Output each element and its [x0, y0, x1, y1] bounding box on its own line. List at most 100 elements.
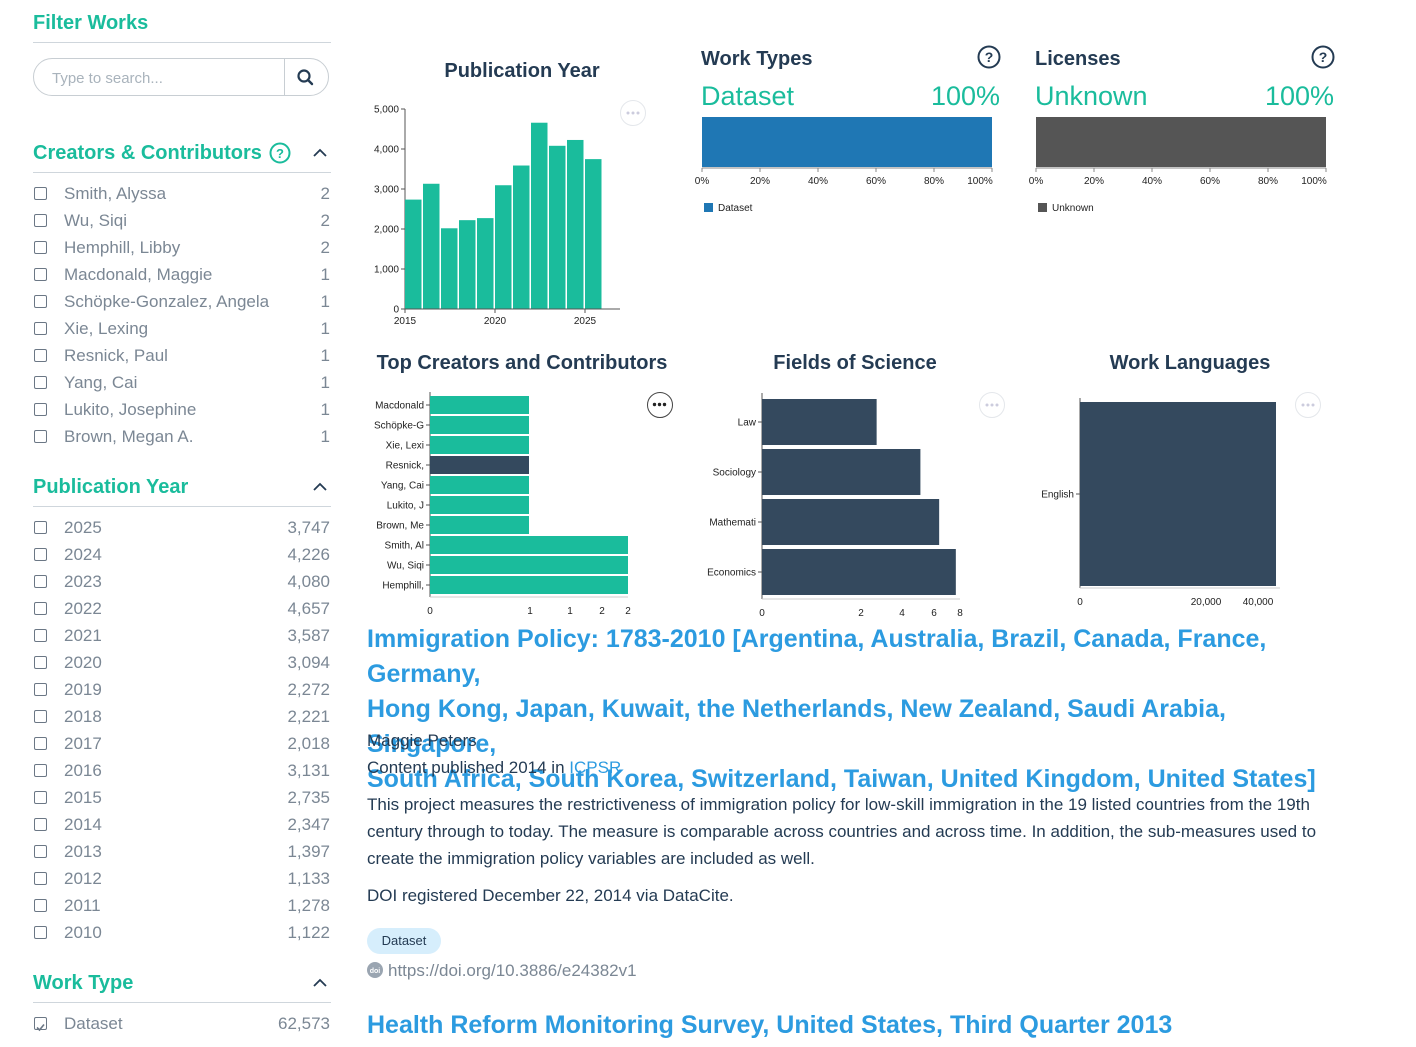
chevron-up-icon[interactable] — [312, 145, 328, 161]
facet-option[interactable]: 2023 4,080 — [33, 572, 331, 594]
facet-option[interactable]: Brown, Megan A. 1 — [33, 427, 331, 449]
fields-of-science-chart: Law Sociology Mathemati Economics 0 2 4 6 8 — [707, 393, 963, 618]
checkbox[interactable] — [34, 548, 47, 561]
checkbox[interactable] — [34, 737, 47, 750]
facet-option[interactable]: Xie, Lexing 1 — [33, 319, 331, 341]
checkbox[interactable] — [34, 403, 47, 416]
search-input[interactable] — [50, 67, 284, 89]
checkbox[interactable] — [34, 322, 47, 335]
facet-option-count: 1 — [320, 346, 330, 365]
checkbox[interactable] — [34, 818, 47, 831]
checkbox[interactable] — [34, 268, 47, 281]
search-button[interactable] — [284, 59, 328, 95]
facet-option-count: 3,094 — [287, 653, 330, 672]
checkbox-checked[interactable] — [34, 1017, 47, 1032]
facet-option[interactable]: Schöpke-Gonzalez, Angela 1 — [33, 292, 331, 314]
doi-link[interactable]: https://doi.org/10.3886/e24382v1 — [388, 961, 637, 981]
help-icon[interactable]: ? — [1311, 45, 1335, 69]
checkbox[interactable] — [34, 656, 47, 669]
facet-option[interactable]: Yang, Cai 1 — [33, 373, 331, 395]
facet-option-label: 2013 — [64, 842, 102, 861]
facet-option[interactable]: 2022 4,657 — [33, 599, 331, 621]
category-bar — [430, 396, 529, 414]
facet-option[interactable]: 2010 1,122 — [33, 923, 331, 945]
sidebar-title: Filter Works — [33, 12, 149, 34]
facet-option[interactable]: Lukito, Josephine 1 — [33, 400, 331, 422]
facet-option[interactable]: Wu, Siqi 2 — [33, 211, 331, 233]
facet-option[interactable]: Resnick, Paul 1 — [33, 346, 331, 368]
checkbox[interactable] — [34, 899, 47, 912]
facet-option[interactable]: 2011 1,278 — [33, 896, 331, 918]
facet-option[interactable]: 2012 1,133 — [33, 869, 331, 891]
legend-label: Unknown — [1052, 203, 1094, 214]
checkbox[interactable] — [34, 791, 47, 804]
checkbox[interactable] — [34, 575, 47, 588]
year-bar — [531, 122, 548, 309]
checkbox[interactable] — [34, 602, 47, 615]
facet-option[interactable]: 2025 3,747 — [33, 518, 331, 540]
checkbox[interactable] — [34, 845, 47, 858]
facet-option[interactable]: 2019 2,272 — [33, 680, 331, 702]
facet-option[interactable]: Macdonald, Maggie 1 — [33, 265, 331, 287]
checkbox[interactable] — [34, 521, 47, 534]
checkbox[interactable] — [34, 872, 47, 885]
more-options-icon[interactable] — [647, 392, 673, 418]
x-tick-label: 40% — [808, 176, 828, 187]
facet-option[interactable]: 2014 2,347 — [33, 815, 331, 837]
checkbox[interactable] — [34, 764, 47, 777]
facet-option-label: 2017 — [64, 734, 102, 753]
checkbox[interactable] — [34, 241, 47, 254]
checkbox[interactable] — [34, 376, 47, 389]
legend-label: Dataset — [718, 203, 753, 214]
category-label: Xie, Lexi — [386, 441, 424, 452]
facet-option[interactable]: 2024 4,226 — [33, 545, 331, 567]
checkbox[interactable] — [34, 430, 47, 443]
more-options-icon[interactable] — [1295, 392, 1321, 418]
checkbox[interactable] — [34, 214, 47, 227]
category-bar — [762, 399, 877, 445]
checkbox[interactable] — [34, 683, 47, 696]
more-options-icon[interactable] — [620, 100, 646, 126]
checkbox[interactable] — [34, 710, 47, 723]
facet-option[interactable]: Smith, Alyssa 2 — [33, 184, 331, 206]
checkbox[interactable] — [34, 629, 47, 642]
x-tick-label: 60% — [1200, 176, 1220, 187]
ellipsis-icon — [1301, 403, 1315, 407]
checkbox[interactable] — [34, 349, 47, 362]
x-tick-label: 40% — [1142, 176, 1162, 187]
facet-option[interactable]: 2016 3,131 — [33, 761, 331, 783]
help-icon[interactable]: ? — [977, 45, 1001, 69]
x-tick-label: 2 — [599, 606, 605, 617]
x-tick-label: 2025 — [574, 316, 597, 327]
facet-option-label: 2019 — [64, 680, 102, 699]
facet-option-count: 1 — [320, 292, 330, 311]
facet-option-label: Resnick, Paul — [64, 346, 168, 365]
checkbox[interactable] — [34, 295, 47, 308]
y-tick-label: 0 — [393, 305, 399, 316]
facet-option[interactable]: 2013 1,397 — [33, 842, 331, 864]
more-options-icon[interactable] — [979, 392, 1005, 418]
work-types-chart: 0% 20% 40% 60% 80% 100% Dataset — [695, 117, 993, 214]
work-type-badge: Dataset — [367, 928, 441, 954]
facet-option[interactable]: 2021 3,587 — [33, 626, 331, 648]
facet-option[interactable]: 2017 2,018 — [33, 734, 331, 756]
facet-option[interactable]: Hemphill, Libby 2 — [33, 238, 331, 260]
facet-option[interactable]: Dataset 62,573 — [33, 1014, 331, 1036]
work-title-link[interactable]: Health Reform Monitoring Survey, United … — [367, 1008, 1327, 1043]
facet-option[interactable]: 2018 2,221 — [33, 707, 331, 729]
published-prefix: Content published 2014 in — [367, 758, 570, 777]
facet-option-label: 2025 — [64, 518, 102, 537]
help-icon[interactable]: ? — [269, 142, 291, 164]
facet-option-label: 2024 — [64, 545, 102, 564]
facet-option[interactable]: 2015 2,735 — [33, 788, 331, 810]
facet-option[interactable]: 2020 3,094 — [33, 653, 331, 675]
checkbox[interactable] — [34, 187, 47, 200]
checkbox[interactable] — [34, 926, 47, 939]
chevron-up-icon[interactable] — [312, 975, 328, 991]
publisher-link[interactable]: ICPSR — [569, 758, 621, 777]
work-type-name: Dataset — [701, 81, 795, 111]
chevron-up-icon[interactable] — [312, 479, 328, 495]
category-bar — [430, 576, 628, 594]
x-tick-label: 6 — [931, 608, 937, 618]
x-tick-label: 20% — [750, 176, 770, 187]
